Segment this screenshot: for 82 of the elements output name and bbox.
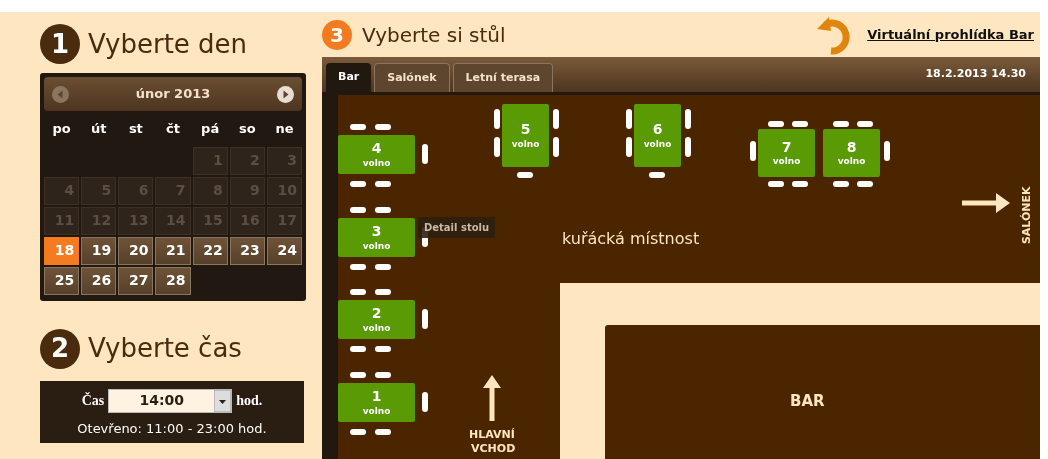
chair xyxy=(422,392,428,412)
chair xyxy=(350,207,366,213)
calendar-day[interactable]: 20 xyxy=(118,236,154,265)
calendar-day[interactable]: 22 xyxy=(192,236,228,265)
calendar-day[interactable]: 23 xyxy=(229,236,265,265)
chair xyxy=(375,181,391,187)
chair xyxy=(685,109,691,129)
chair xyxy=(350,264,366,270)
calendar-day[interactable]: 25 xyxy=(44,266,80,295)
chair xyxy=(792,121,808,127)
date-time: 18.2.2013 14.30 xyxy=(925,66,1026,83)
calendar-day[interactable]: 28 xyxy=(155,266,191,295)
calendar-day[interactable]: 27 xyxy=(118,266,154,295)
dropdown-icon[interactable] xyxy=(214,389,232,412)
chair xyxy=(494,137,500,157)
step-title: Vyberte čas xyxy=(88,332,242,365)
tooltip: Detail stolu xyxy=(418,217,496,238)
chair xyxy=(857,121,873,127)
weekday-label: čt xyxy=(165,120,181,138)
weekday-label: ne xyxy=(274,120,295,138)
step-title: Vyberte si stůl xyxy=(362,21,506,49)
chair xyxy=(884,141,890,161)
chair xyxy=(517,172,533,178)
entrance-label: VCHOD xyxy=(471,441,516,457)
entrance-label: HLAVNÍ xyxy=(469,427,515,443)
calendar-day[interactable]: 21 xyxy=(155,236,191,265)
chair xyxy=(375,289,391,295)
chair xyxy=(649,172,665,178)
calendar-day[interactable]: 26 xyxy=(81,266,117,295)
tab[interactable]: Bar xyxy=(326,63,372,92)
chair xyxy=(833,181,849,187)
chair xyxy=(626,109,632,129)
time-select[interactable]: 14:00 xyxy=(108,388,233,413)
chair xyxy=(553,109,559,129)
step-number: 1 xyxy=(40,24,80,64)
chair xyxy=(422,144,428,164)
chair xyxy=(350,181,366,187)
calendar-day[interactable]: 24 xyxy=(266,236,302,265)
month-title: únor 2013 xyxy=(135,85,211,104)
step-number: 3 xyxy=(322,19,352,50)
chair xyxy=(350,124,366,130)
chair xyxy=(750,141,756,161)
chair xyxy=(626,137,632,157)
chair xyxy=(833,121,849,127)
chair xyxy=(375,124,391,130)
chair xyxy=(375,372,391,378)
chair xyxy=(375,207,391,213)
weekday-label: po xyxy=(51,120,72,138)
chair xyxy=(375,429,391,435)
up-arrow-icon xyxy=(482,375,502,421)
weekday-label: st xyxy=(127,120,144,138)
room-label: SALÓNEK xyxy=(1018,186,1034,245)
opening-hours: Otevřeno: 11:00 - 23:00 hod. xyxy=(77,419,267,438)
chair xyxy=(792,181,808,187)
chair xyxy=(494,109,500,129)
chair xyxy=(857,181,873,187)
weekday-label: so xyxy=(237,120,257,138)
tab[interactable]: Letní terasa xyxy=(452,63,554,92)
virtual-tour-link[interactable]: Virtuální prohlídka Bar xyxy=(867,24,1034,45)
chair xyxy=(768,121,784,127)
bar-label: BAR xyxy=(790,391,825,412)
step-title: Vyberte den xyxy=(88,27,248,61)
step-number: 2 xyxy=(40,328,80,369)
weekday-label: pá xyxy=(200,120,221,138)
chair xyxy=(375,346,391,352)
chair xyxy=(375,264,391,270)
chair xyxy=(553,137,559,157)
chair xyxy=(685,137,691,157)
next-month-icon[interactable] xyxy=(277,85,294,103)
chair xyxy=(350,289,366,295)
chair xyxy=(350,372,366,378)
tab[interactable]: Salónek xyxy=(374,63,450,92)
time-label: Čas xyxy=(81,391,105,410)
time-unit: hod. xyxy=(236,392,263,410)
chair xyxy=(350,429,366,435)
weekday-label: út xyxy=(89,120,108,138)
calendar-day[interactable]: 19 xyxy=(81,236,117,265)
chair xyxy=(422,309,428,329)
chair xyxy=(768,181,784,187)
chair xyxy=(350,346,366,352)
room-label: kuřácká místnost xyxy=(562,228,700,250)
right-arrow-icon xyxy=(962,193,1010,213)
